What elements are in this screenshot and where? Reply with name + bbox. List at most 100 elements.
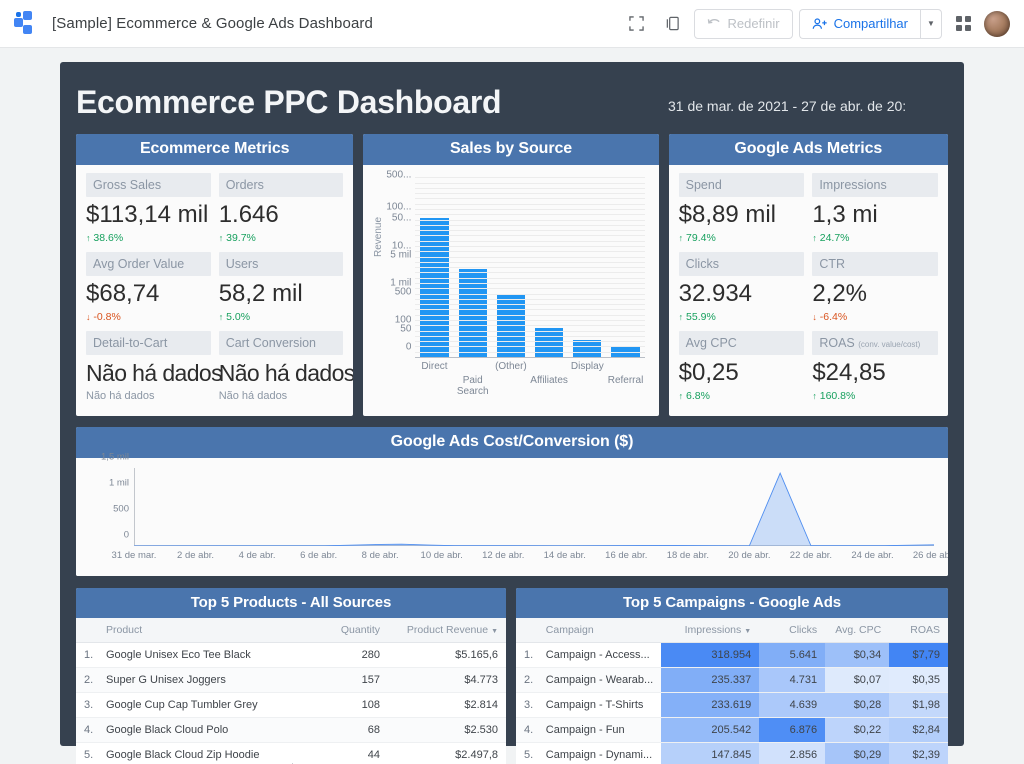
cell-clicks: 4.731 xyxy=(759,668,825,693)
table-row[interactable]: 2.Campaign - Wearab...235.3374.731$0,07$… xyxy=(516,668,948,693)
google-ads-metric-card[interactable]: Spend$8,89 mil↑ 79.4% xyxy=(675,173,809,252)
scorecard-label: Detail-to-Cart xyxy=(86,331,211,355)
cell-campaign: Campaign - Access... xyxy=(542,643,661,668)
trend-arrow-icon: ↑ xyxy=(679,312,684,322)
gridline xyxy=(415,230,644,231)
table-header-row: Campaign Impressions▼ Clicks Avg. CPC RO… xyxy=(516,618,948,643)
column-header-impressions[interactable]: Impressions▼ xyxy=(661,618,759,643)
data-studio-logo-icon xyxy=(14,11,40,37)
cell-roas: $0,35 xyxy=(889,668,948,693)
gridline xyxy=(415,225,644,226)
cell-impressions: 147.845 xyxy=(661,743,759,764)
column-header-quantity[interactable]: Quantity xyxy=(310,618,388,643)
scorecard-value: 32.934 xyxy=(679,279,805,309)
table-row[interactable]: 2.Super G Unisex Joggers157$4.773 xyxy=(76,668,506,693)
cell-product: Google Unisex Eco Tee Black xyxy=(102,643,310,668)
gridline xyxy=(415,294,644,295)
trend-arrow-icon: ↑ xyxy=(679,391,684,401)
top-products-title: Top 5 Products - All Sources xyxy=(76,588,506,618)
column-header-product-revenue[interactable]: Product Revenue▼ xyxy=(388,618,506,643)
column-header-index xyxy=(76,618,102,643)
table-row[interactable]: 1.Campaign - Access...318.9545.641$0,34$… xyxy=(516,643,948,668)
cell-avg-cpc: $0,22 xyxy=(825,718,889,743)
google-ads-metric-card[interactable]: Clicks32.934↑ 55.9% xyxy=(675,252,809,331)
table-row[interactable]: 3.Campaign - T-Shirts233.6194.639$0,28$1… xyxy=(516,693,948,718)
column-header-clicks[interactable]: Clicks xyxy=(759,618,825,643)
ecommerce-metric-card[interactable]: Avg Order Value$68,74↓ -0.8% xyxy=(82,252,215,331)
bar-chart-x-tick-labels: DirectPaid Search(Other)AffiliatesDispla… xyxy=(415,361,644,397)
mobile-preview-icon[interactable] xyxy=(658,9,688,39)
sales-by-source-chart[interactable]: Revenue 500...100...50...10...5 mil1 mil… xyxy=(363,165,658,403)
sales-by-source-panel: Sales by Source Revenue 500...100...50..… xyxy=(363,134,658,416)
cell-avg-cpc: $0,34 xyxy=(825,643,889,668)
cell-clicks: 4.639 xyxy=(759,693,825,718)
gridline xyxy=(415,177,644,178)
metrics-row: Ecommerce Metrics Gross Sales$113,14 mil… xyxy=(76,134,948,416)
sort-descending-caret-icon: ▼ xyxy=(491,628,498,635)
table-header-row: Product Quantity Product Revenue▼ xyxy=(76,618,506,643)
cell-clicks: 6.876 xyxy=(759,718,825,743)
ecommerce-metric-card[interactable]: Detail-to-CartNão há dadosNão há dados xyxy=(82,331,215,410)
gridline xyxy=(415,220,644,221)
avatar[interactable] xyxy=(984,11,1010,37)
cell-clicks: 2.856 xyxy=(759,743,825,764)
cell-product: Google Cup Cap Tumbler Grey xyxy=(102,693,310,718)
google-ads-metric-card[interactable]: ROAS (conv. value/cost)$24,85↑ 160.8% xyxy=(808,331,942,410)
google-ads-metric-card[interactable]: Avg CPC$0,25↑ 6.8% xyxy=(675,331,809,410)
cost-per-conversion-panel: Google Ads Cost/Conversion ($) 1,5 mil1 … xyxy=(76,427,948,576)
bar-chart-y-tick: 0 xyxy=(406,342,412,353)
table-row[interactable]: 5.Campaign - Dynami...147.8452.856$0,29$… xyxy=(516,743,948,764)
ecommerce-metric-card[interactable]: Cart ConversionNão há dadosNão há dados xyxy=(215,331,348,410)
report-title: Ecommerce PPC Dashboard xyxy=(76,82,501,122)
ecommerce-metric-card[interactable]: Users58,2 mil↑ 5.0% xyxy=(215,252,348,331)
bar-chart-x-tick: Display xyxy=(568,361,606,397)
table-row[interactable]: 4.Google Black Cloud Polo68$2.530 xyxy=(76,718,506,743)
google-ads-metric-card[interactable]: Impressions1,3 mi↑ 24.7% xyxy=(808,173,942,252)
trend-arrow-icon: ↑ xyxy=(219,312,224,322)
cell-quantity: 68 xyxy=(310,718,388,743)
top-products-table[interactable]: Product Quantity Product Revenue▼ 1.Goog… xyxy=(76,618,506,764)
fullscreen-icon[interactable] xyxy=(622,9,652,39)
gridline xyxy=(415,251,644,252)
share-options-caret-icon[interactable]: ▼ xyxy=(920,9,942,39)
column-header-campaign[interactable]: Campaign xyxy=(542,618,661,643)
gridline xyxy=(415,288,644,289)
row-index: 4. xyxy=(516,718,542,743)
table-row[interactable]: 3.Google Cup Cap Tumbler Grey108$2.814 xyxy=(76,693,506,718)
cell-quantity: 157 xyxy=(310,668,388,693)
column-header-roas[interactable]: ROAS xyxy=(889,618,948,643)
report-body: Ecommerce PPC Dashboard 31 de mar. de 20… xyxy=(60,62,964,746)
scorecard-value: $113,14 mil xyxy=(86,200,211,230)
apps-grid-icon[interactable] xyxy=(948,9,978,39)
scorecard-delta: ↑ 6.8% xyxy=(679,390,805,402)
reset-button[interactable]: Redefinir xyxy=(694,9,793,39)
line-chart-y-tick: 0 xyxy=(124,530,129,541)
scorecard-delta: ↑ 79.4% xyxy=(679,232,805,244)
gridline xyxy=(415,283,644,284)
table-row[interactable]: 5.Google Black Cloud Zip Hoodie44$2.497,… xyxy=(76,743,506,764)
person-add-icon xyxy=(812,17,828,31)
column-header-product[interactable]: Product xyxy=(102,618,310,643)
cell-campaign: Campaign - Fun xyxy=(542,718,661,743)
table-row[interactable]: 4.Campaign - Fun205.5426.876$0,22$2,84 xyxy=(516,718,948,743)
google-ads-metric-card[interactable]: CTR2,2%↓ -6.4% xyxy=(808,252,942,331)
cell-impressions: 205.542 xyxy=(661,718,759,743)
table-row[interactable]: 1.Google Unisex Eco Tee Black280$5.165,6 xyxy=(76,643,506,668)
ecommerce-metric-card[interactable]: Gross Sales$113,14 mil↑ 38.6% xyxy=(82,173,215,252)
ecommerce-metric-card[interactable]: Orders1.646↑ 39.7% xyxy=(215,173,348,252)
gridline xyxy=(415,193,644,194)
top-campaigns-table[interactable]: Campaign Impressions▼ Clicks Avg. CPC RO… xyxy=(516,618,948,764)
scorecard-delta: ↑ 55.9% xyxy=(679,311,805,323)
gridline xyxy=(415,352,644,353)
bar[interactable] xyxy=(459,269,487,357)
gridline xyxy=(415,262,644,263)
column-header-avg-cpc[interactable]: Avg. CPC xyxy=(825,618,889,643)
row-index: 3. xyxy=(76,693,102,718)
share-button[interactable]: Compartilhar xyxy=(799,9,920,39)
gridline xyxy=(415,320,644,321)
cell-product: Google Black Cloud Zip Hoodie xyxy=(102,743,310,764)
cost-per-conversion-chart[interactable]: 1,5 mil1 mil5000 31 de mar.2 de abr.4 de… xyxy=(76,458,948,576)
line-chart-y-tick: 1,5 mil xyxy=(101,452,129,463)
date-range-control[interactable]: 31 de mar. de 2021 - 27 de abr. de 20: ▼ xyxy=(668,98,948,114)
scorecard-delta: ↓ -0.8% xyxy=(86,311,211,323)
